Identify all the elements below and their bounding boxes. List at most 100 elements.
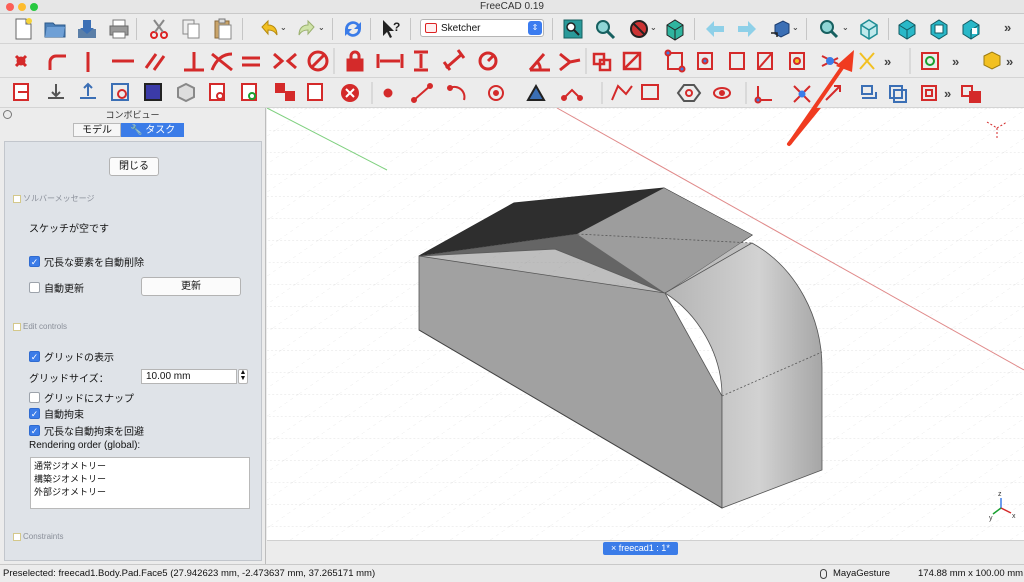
rendering-order-label: Rendering order (global): [29,440,141,451]
undo-dropdown-icon[interactable]: ⌄ [280,23,287,32]
save-icon[interactable] [74,16,100,42]
rendering-order-list[interactable]: 通常ジオメトリー 構築ジオメトリー 外部ジオメトリー [30,457,250,509]
isometric-view-icon[interactable] [856,16,882,42]
svg-text:»: » [952,54,959,69]
mouse-icon [820,568,827,579]
draw-style-dropdown-icon[interactable]: ⌄ [650,23,657,32]
paste-icon[interactable] [210,16,236,42]
preselection-status: Preselected: freecad1.Body.Pad.Face5 (27… [3,568,376,579]
front-view-icon[interactable] [894,16,920,42]
view-dimensions: 174.88 mm x 100.00 mm [918,568,1024,579]
window-title: FreeCAD 0.19 [480,1,544,12]
fit-all-icon[interactable] [560,16,586,42]
top-view-icon[interactable] [926,16,952,42]
auto-constraints-label: 自動拘束 [44,410,84,421]
avoid-redundant-checkbox[interactable]: ✓ [29,425,40,436]
undo-icon[interactable] [256,16,282,42]
grid-snap-row[interactable]: グリッドにスナップ [29,390,134,405]
grid-snap-checkbox[interactable] [29,392,40,403]
task-panel: 閉じる ソルバーメッセージ スケッチが空です ✓ 冗長な要素を自動削除 自動更新… [4,141,262,561]
wrench-icon: 🔧 [130,125,146,136]
panel-options-icon[interactable] [3,110,12,119]
forward-arrow-icon[interactable] [734,16,760,42]
list-item[interactable]: 通常ジオメトリー [34,460,246,473]
tab-task[interactable]: 🔧 タスク [121,123,185,137]
sketcher-tool-icons: » [13,82,981,104]
refresh-icon[interactable] [340,16,366,42]
auto-constraints-row[interactable]: ✓ 自動拘束 [29,406,84,421]
auto-update-checkbox[interactable] [29,282,40,293]
close-button[interactable]: 閉じる [109,157,159,176]
solver-messages-section[interactable]: ソルバーメッセージ [13,193,95,204]
sketcher-geometry-toolbar: » » » [0,44,1024,78]
3d-scene[interactable]: z x y [267,108,1024,540]
solver-messages-title: ソルバーメッセージ [23,194,95,203]
open-folder-icon[interactable] [42,16,68,42]
grid-snap-label: グリッドにスナップ [44,394,134,405]
combo-view-title: コンボビュー [105,110,160,120]
back-arrow-icon[interactable] [702,16,728,42]
combo-tabs: モデル 🔧 タスク [73,123,185,137]
sketcher-tools-toolbar: » [0,78,1024,108]
svg-text:?: ? [393,20,400,34]
draw-style-icon[interactable] [626,16,652,42]
3d-viewport[interactable]: z x y [267,108,1024,540]
list-item[interactable]: 外部ジオメトリー [34,486,246,499]
svg-text:»: » [944,86,951,101]
grid-size-spinner-icon[interactable]: ▲ ▼ [238,369,248,384]
avoid-redundant-label: 冗長な自動拘束を回避 [44,427,144,438]
redo-dropdown-icon[interactable]: ⌄ [318,23,325,32]
main-toolbar: ⌄ ⌄ ? Sketcher ⇕ ⌄ ⌄ ⌄ » [0,14,1024,44]
auto-remove-redundants-label: 冗長な要素を自動削除 [44,258,144,269]
svg-text:»: » [1006,54,1013,69]
show-grid-label: グリッドの表示 [44,353,114,364]
show-grid-row[interactable]: ✓ グリッドの表示 [29,349,114,364]
fit-selection-icon[interactable] [592,16,618,42]
combo-view-header: コンボビュー [0,108,265,122]
auto-update-row[interactable]: 自動更新 [29,280,84,295]
combo-view-panel: コンボビュー モデル 🔧 タスク 閉じる ソルバーメッセージ スケッチが空です … [0,108,266,564]
navigation-style-label: MayaGesture [833,568,891,579]
cut-icon[interactable] [146,16,172,42]
auto-constraints-checkbox[interactable]: ✓ [29,408,40,419]
workbench-label: Sketcher [441,22,481,34]
view-zoom-dropdown-icon[interactable]: ⌄ [842,23,849,32]
avoid-redundant-row[interactable]: ✓ 冗長な自動拘束を回避 [29,423,144,438]
macro-dropdown-icon[interactable]: ⌄ [792,23,799,32]
red-annotation-arrow [788,50,854,145]
redo-icon[interactable] [294,16,320,42]
list-item[interactable]: 構築ジオメトリー [34,473,246,486]
edit-controls-section[interactable]: Edit controls [13,322,67,331]
view-zoom-icon[interactable] [816,16,842,42]
svg-text:»: » [884,54,891,69]
overflow-chevron-icon[interactable]: » [1004,20,1011,35]
workbench-selector[interactable]: Sketcher ⇕ [420,19,544,37]
section-collapse-icon [13,532,21,541]
send-to-python-icon[interactable] [768,16,794,42]
new-document-icon[interactable] [10,16,36,42]
chevron-updown-icon: ⇕ [528,21,542,35]
auto-remove-redundants-row[interactable]: ✓ 冗長な要素を自動削除 [29,254,144,269]
sketcher-workbench-icon [425,23,437,33]
auto-remove-redundants-checkbox[interactable]: ✓ [29,256,40,267]
auto-update-label: 自動更新 [44,284,84,295]
document-tab[interactable]: × freecad1 : 1* [603,542,678,555]
grid-size-input[interactable]: 10.00 mm [141,369,237,384]
bounding-box-icon[interactable] [662,16,688,42]
print-icon[interactable] [106,16,132,42]
solver-message: スケッチが空です [29,224,109,235]
tab-model[interactable]: モデル [73,123,121,137]
close-tab-icon[interactable]: × [611,543,616,553]
right-view-icon[interactable] [958,16,984,42]
navigation-style-selector[interactable]: MayaGesture [820,568,890,579]
constraints-title: Constraints [23,532,64,541]
update-button[interactable]: 更新 [141,277,241,296]
section-collapse-icon [13,322,21,331]
whats-this-icon[interactable]: ? [378,16,404,42]
document-tab-label: freecad1 : 1* [618,543,670,553]
constraints-section[interactable]: Constraints [13,532,63,541]
copy-icon[interactable] [178,16,204,42]
x-axis-label: x [1012,513,1016,520]
show-grid-checkbox[interactable]: ✓ [29,351,40,362]
z-axis-label: z [998,491,1002,498]
